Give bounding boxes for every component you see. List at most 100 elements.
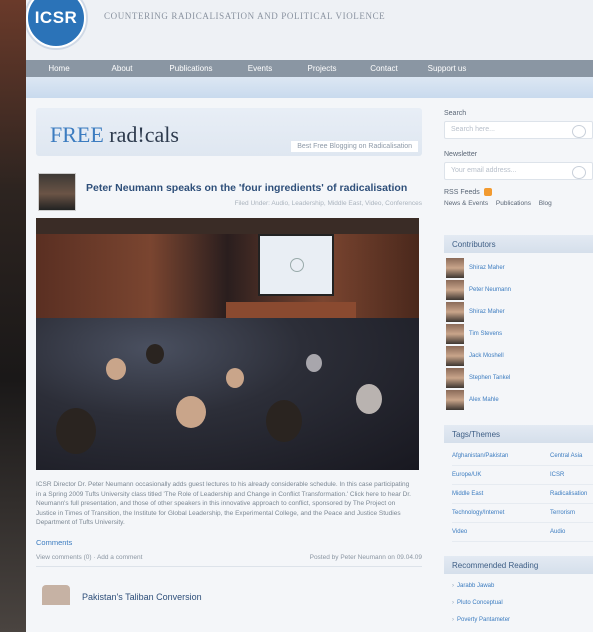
- rss-label: RSS Feeds: [444, 188, 480, 196]
- nav-support-us[interactable]: Support us: [414, 60, 480, 77]
- contributor-name: Jack Moshell: [469, 353, 504, 359]
- audience-head: [176, 396, 206, 428]
- add-comment-link[interactable]: Add a comment: [97, 554, 143, 561]
- background-photo-left: [0, 0, 26, 632]
- blog-title[interactable]: FREE rad!cals: [50, 122, 179, 148]
- audience-head: [306, 354, 322, 372]
- submit-icon[interactable]: [572, 166, 586, 179]
- posted-by: Posted by Peter Neumann on 09.04.09: [309, 553, 422, 561]
- view-comments-link[interactable]: View comments (0): [36, 554, 92, 561]
- rss-link-blog[interactable]: Blog: [539, 200, 552, 207]
- tag-link[interactable]: Europe/UK: [452, 466, 550, 485]
- main-nav: Home About Publications Events Projects …: [26, 60, 593, 77]
- contributor-item[interactable]: Tim Stevens: [446, 323, 520, 345]
- contributor-item[interactable]: Shiraz Maher: [446, 301, 520, 323]
- post-header: Peter Neumann speaks on the 'four ingred…: [36, 168, 422, 216]
- contributor-name: Tim Stevens: [469, 331, 503, 337]
- sidebar: Search Search here... Newsletter Your em…: [444, 108, 593, 629]
- tag-link[interactable]: Terrorism: [550, 504, 593, 523]
- projection-screen: [258, 234, 334, 296]
- audience-head: [266, 400, 302, 442]
- contributor-item[interactable]: Shiraz Maher: [446, 257, 520, 279]
- rss-link-news[interactable]: News & Events: [444, 200, 488, 207]
- next-post: Pakistan's Taliban Conversion: [36, 579, 422, 605]
- site-tagline: COUNTERING RADICALISATION AND POLITICAL …: [104, 11, 386, 21]
- reading-item[interactable]: › Poverty Pantameter: [452, 612, 593, 629]
- contributors-heading: Contributors: [444, 235, 593, 253]
- contributor-name: Peter Neumann: [469, 287, 512, 293]
- reading-item[interactable]: › Jarabb Jawab: [452, 578, 593, 595]
- author-avatar: [38, 173, 76, 211]
- search-label: Search: [444, 110, 467, 117]
- blog-header: FREE rad!cals Best Free Blogging on Radi…: [36, 108, 422, 156]
- contributor-item[interactable]: Peter Neumann: [446, 279, 520, 301]
- comments-heading[interactable]: Comments: [36, 538, 422, 547]
- nav-projects[interactable]: Projects: [290, 60, 354, 77]
- contributor-name: Stephen Tankel: [469, 375, 511, 381]
- contributor-name: Shiraz Maher: [469, 309, 505, 315]
- next-post-title[interactable]: Pakistan's Taliban Conversion: [82, 592, 202, 602]
- tag-link[interactable]: Technology/Internet: [452, 504, 550, 523]
- audience-head: [106, 358, 126, 380]
- nav-events[interactable]: Events: [230, 60, 290, 77]
- nav-publications[interactable]: Publications: [152, 60, 230, 77]
- search-icon[interactable]: [572, 125, 586, 138]
- avatar: [446, 390, 464, 410]
- nav-about[interactable]: About: [92, 60, 152, 77]
- post-title[interactable]: Peter Neumann speaks on the 'four ingred…: [86, 182, 407, 194]
- audience-head: [146, 344, 164, 364]
- contributor-name: Alex Mahle: [469, 397, 499, 403]
- post-photo: [36, 218, 419, 470]
- tag-link[interactable]: ICSR: [550, 466, 593, 485]
- header-band: [26, 77, 593, 98]
- contributor-item[interactable]: Alex Mahle: [446, 389, 520, 411]
- newsletter-email-field[interactable]: Your email address...: [444, 162, 593, 180]
- reading-title: Jarabb Jawab: [457, 583, 495, 589]
- contributor-item[interactable]: Stephen Tankel: [446, 367, 520, 389]
- tag-link[interactable]: Middle East: [452, 485, 550, 504]
- web-page: ICSR COUNTERING RADICALISATION AND POLIT…: [26, 0, 593, 632]
- post-footer: View comments (0) · Add a comment Posted…: [36, 554, 422, 567]
- tags-heading: Tags/Themes: [444, 425, 593, 443]
- contributor-item[interactable]: Jack Moshell: [446, 345, 520, 367]
- chevron-right-icon: ›: [452, 617, 454, 623]
- avatar: [446, 302, 464, 322]
- photo-ceiling: [36, 218, 419, 234]
- contributor-name: Shiraz Maher: [469, 265, 505, 271]
- tag-link[interactable]: Audio: [550, 523, 593, 542]
- nav-home[interactable]: Home: [26, 60, 92, 77]
- avatar: [446, 258, 464, 278]
- rss-icon[interactable]: [483, 188, 492, 196]
- chevron-right-icon: ›: [452, 583, 454, 589]
- tag-link[interactable]: Video: [452, 523, 550, 542]
- site-header: ICSR COUNTERING RADICALISATION AND POLIT…: [26, 0, 593, 60]
- newsletter-label: Newsletter: [444, 151, 478, 158]
- blog-title-free: FREE: [50, 122, 104, 147]
- post-meta: Filed Under: Audio, Leadership, Middle E…: [234, 200, 422, 207]
- audience-head: [226, 368, 244, 388]
- avatar: [446, 346, 464, 366]
- rss-link-publications[interactable]: Publications: [496, 200, 531, 207]
- reading-item[interactable]: › Pluto Conceptual: [452, 595, 593, 612]
- audience-head: [56, 408, 96, 454]
- audience-head: [356, 384, 382, 414]
- newsletter-placeholder: Your email address...: [451, 167, 517, 174]
- next-post-avatar: [42, 584, 70, 605]
- search-input[interactable]: Search here...: [444, 121, 593, 139]
- nav-contact[interactable]: Contact: [354, 60, 414, 77]
- blog-subtitle: Best Free Blogging on Radicalisation: [291, 141, 418, 152]
- avatar: [446, 324, 464, 344]
- rss-links: News & Events Publications Blog: [444, 200, 593, 207]
- tags-list: Afghanistan/Pakistan Central Asia Europe…: [444, 443, 593, 542]
- search-placeholder: Search here...: [451, 126, 495, 133]
- avatar: [446, 280, 464, 300]
- rss-section: RSS Feeds: [444, 188, 593, 196]
- reading-title: Pluto Conceptual: [457, 600, 503, 606]
- tag-link[interactable]: Afghanistan/Pakistan: [452, 447, 550, 466]
- site-logo[interactable]: ICSR: [26, 0, 86, 48]
- tag-link[interactable]: Central Asia: [550, 447, 593, 466]
- reading-title: Poverty Pantameter: [457, 617, 511, 623]
- post-footer-links: View comments (0) · Add a comment: [36, 553, 143, 561]
- main-column: FREE rad!cals Best Free Blogging on Radi…: [36, 108, 422, 605]
- tag-link[interactable]: Radicalisation: [550, 485, 593, 504]
